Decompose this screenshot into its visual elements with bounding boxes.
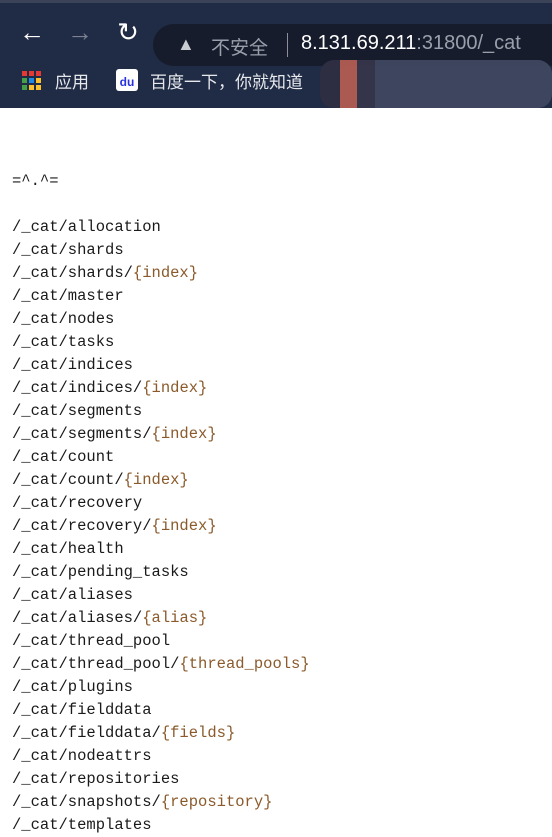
bookmark-baidu[interactable]: du 百度一下，你就知道 xyxy=(116,66,303,94)
arrow-left-icon: ← xyxy=(19,17,45,47)
nav-bar: ← → ↻ ▲ 不安全 8.131.69.211:31800/_cat xyxy=(0,14,552,66)
header-text: =^.^= xyxy=(12,172,59,190)
bookmark-apps[interactable]: 应用 xyxy=(22,66,89,94)
endpoint-param: {alias} xyxy=(142,609,208,627)
endpoint-line: /_cat/shards xyxy=(12,239,552,262)
endpoint-path: /_cat/pending_tasks xyxy=(12,563,189,581)
endpoint-line: /_cat/pending_tasks xyxy=(12,561,552,584)
endpoint-line: /_cat/count xyxy=(12,446,552,469)
endpoint-line: /_cat/plugins xyxy=(12,676,552,699)
endpoint-line: /_cat/recovery/{index} xyxy=(12,515,552,538)
endpoint-line: /_cat/recovery xyxy=(12,492,552,515)
bookmark-label: 应用 xyxy=(55,72,89,92)
endpoint-line: /_cat/segments xyxy=(12,400,552,423)
endpoint-line: /_cat/master xyxy=(12,285,552,308)
endpoint-line: /_cat/snapshots/{repository} xyxy=(12,791,552,814)
endpoint-param: {index} xyxy=(132,264,199,282)
divider xyxy=(287,33,288,57)
baidu-paw-icon: du xyxy=(116,69,138,91)
endpoint-path: /_cat/segments/ xyxy=(12,425,152,443)
reload-button[interactable]: ↻ xyxy=(114,18,142,46)
endpoint-line: /_cat/templates xyxy=(12,814,552,837)
endpoint-line: /_cat/fielddata/{fields} xyxy=(12,722,552,745)
endpoint-path: /_cat/plugins xyxy=(12,678,133,696)
endpoint-param: {index} xyxy=(151,425,217,443)
endpoint-path: /_cat/templates xyxy=(12,816,152,834)
endpoint-param: {repository} xyxy=(160,793,273,811)
endpoint-path: /_cat/health xyxy=(12,540,124,558)
endpoint-param: {fields} xyxy=(160,724,236,742)
endpoint-path: /_cat/count/ xyxy=(12,471,124,489)
endpoint-path: /_cat/segments xyxy=(12,402,143,420)
endpoint-line: /_cat/segments/{index} xyxy=(12,423,552,446)
endpoint-path: /_cat/count xyxy=(12,448,115,466)
endpoint-line: /_cat/health xyxy=(12,538,552,561)
endpoint-path: /_cat/indices/ xyxy=(12,379,143,397)
forward-button[interactable]: → xyxy=(66,18,94,46)
endpoint-line: /_cat/thread_pool/{thread_pools} xyxy=(12,653,552,676)
endpoint-path: /_cat/aliases xyxy=(12,586,133,604)
endpoint-path: /_cat/allocation xyxy=(12,218,161,236)
endpoint-path: /_cat/thread_pool xyxy=(12,632,171,650)
endpoint-path: /_cat/repositories xyxy=(12,770,180,788)
endpoint-path: /_cat/nodeattrs xyxy=(12,747,152,765)
endpoint-param: {index} xyxy=(151,517,217,535)
bookmark-label: 百度一下，你就知道 xyxy=(150,72,303,92)
endpoint-line: /_cat/shards/{index} xyxy=(12,262,552,285)
arrow-right-icon: → xyxy=(67,17,93,47)
blurred-bookmarks xyxy=(320,60,552,108)
endpoint-path: /_cat/recovery xyxy=(12,494,143,512)
endpoint-line: /_cat/indices xyxy=(12,354,552,377)
url-text[interactable]: 8.131.69.211:31800/_cat xyxy=(301,32,521,55)
endpoint-path: /_cat/fielddata/ xyxy=(12,724,161,742)
endpoint-line: /_cat/thread_pool xyxy=(12,630,552,653)
reload-icon: ↻ xyxy=(117,17,139,47)
endpoint-line: /_cat/nodeattrs xyxy=(12,745,552,768)
endpoint-param: {index} xyxy=(123,471,189,489)
security-label[interactable]: 不安全 xyxy=(211,33,268,60)
window-top-border xyxy=(0,0,552,3)
endpoint-path: /_cat/indices xyxy=(12,356,133,374)
warning-icon[interactable]: ▲ xyxy=(177,34,195,55)
endpoint-path: /_cat/master xyxy=(12,287,124,305)
endpoint-line: /_cat/allocation xyxy=(12,216,552,239)
endpoint-path: /_cat/nodes xyxy=(12,310,115,328)
endpoint-line: /_cat/count/{index} xyxy=(12,469,552,492)
cat-endpoint-list: =^.^= /_cat/allocation /_cat/shards /_cat/… xyxy=(0,108,552,837)
endpoint-path: /_cat/recovery/ xyxy=(12,517,152,535)
endpoint-line: /_cat/nodes xyxy=(12,308,552,331)
endpoint-path: /_cat/thread_pool/ xyxy=(12,655,180,673)
endpoint-line: /_cat/tasks xyxy=(12,331,552,354)
endpoint-path: /_cat/shards/ xyxy=(12,264,133,282)
endpoint-line: /_cat/fielddata xyxy=(12,699,552,722)
endpoint-path: /_cat/shards xyxy=(12,241,124,259)
endpoint-line: /_cat/aliases/{alias} xyxy=(12,607,552,630)
endpoint-path: /_cat/aliases/ xyxy=(12,609,143,627)
back-button[interactable]: ← xyxy=(18,18,46,46)
browser-chrome: ← → ↻ ▲ 不安全 8.131.69.211:31800/_cat 应用 d… xyxy=(0,0,552,108)
apps-grid-icon xyxy=(22,70,41,90)
url-path: :31800/_cat xyxy=(416,32,521,54)
endpoint-line: /_cat/indices/{index} xyxy=(12,377,552,400)
endpoint-path: /_cat/fielddata xyxy=(12,701,152,719)
url-host: 8.131.69.211 xyxy=(301,32,417,54)
endpoint-line: /_cat/aliases xyxy=(12,584,552,607)
endpoint-param: {thread_pools} xyxy=(179,655,310,673)
endpoint-line: /_cat/repositories xyxy=(12,768,552,791)
endpoint-param: {index} xyxy=(142,379,208,397)
endpoint-path: /_cat/tasks xyxy=(12,333,115,351)
endpoint-path: /_cat/snapshots/ xyxy=(12,793,161,811)
